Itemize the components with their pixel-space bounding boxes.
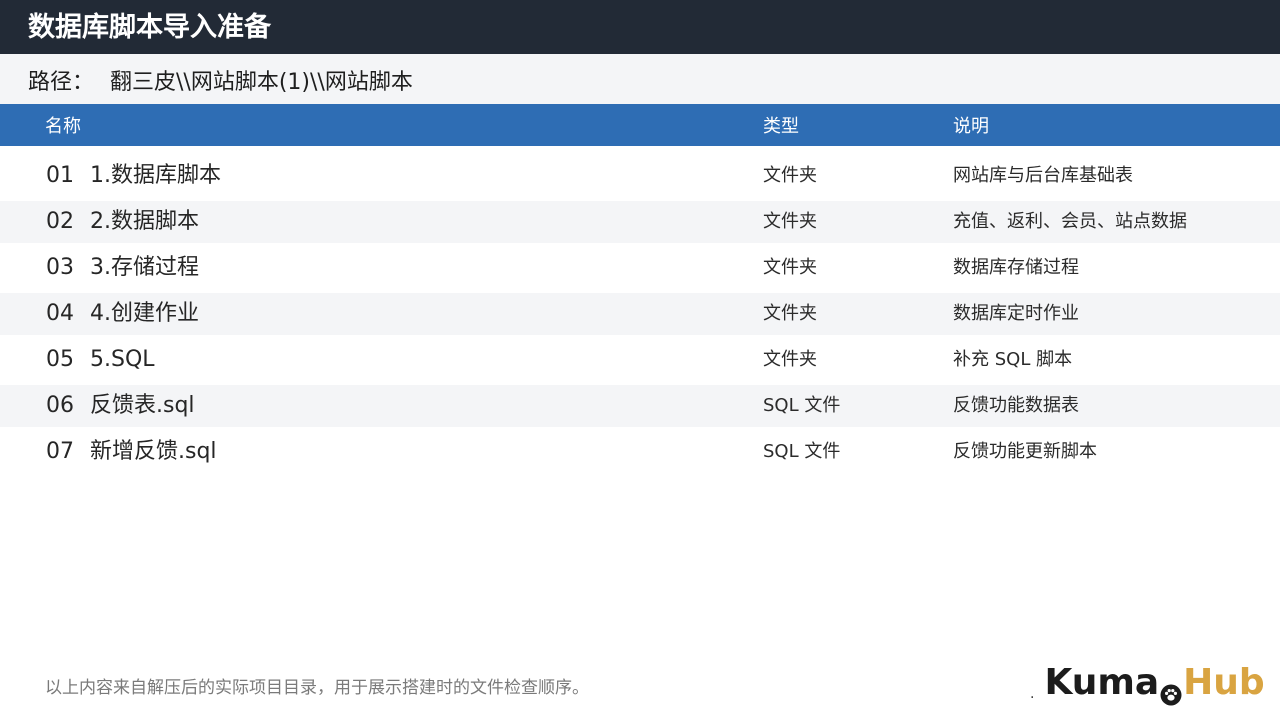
row-number: 06 (46, 393, 74, 418)
table-row: 01 1.数据库脚本 文件夹 网站库与后台库基础表 (0, 155, 1280, 197)
column-header-name: 名称 (45, 116, 81, 137)
path-line: 路径： 翻三皮\\网站脚本(1)\\网站脚本 (28, 68, 413, 98)
column-header-desc: 说明 (953, 116, 989, 137)
row-number: 01 (46, 163, 74, 188)
row-name: 2.数据脚本 (90, 209, 199, 234)
path-value: 翻三皮\\网站脚本(1)\\网站脚本 (110, 70, 413, 95)
logo-dot: . (1030, 686, 1035, 702)
row-type: 文件夹 (763, 165, 817, 186)
logo-text-kuma: Kuma (1044, 662, 1160, 703)
table-header (0, 104, 1280, 146)
column-header-type: 类型 (763, 116, 799, 137)
row-type: SQL 文件 (763, 441, 841, 462)
row-type: 文件夹 (763, 349, 817, 370)
row-number: 03 (46, 255, 74, 280)
row-desc: 反馈功能数据表 (953, 395, 1079, 416)
page-title: 数据库脚本导入准备 (28, 12, 271, 43)
row-number: 04 (46, 301, 74, 326)
paw-icon (1160, 674, 1182, 706)
row-number: 05 (46, 347, 74, 372)
row-type: 文件夹 (763, 257, 817, 278)
row-name: 1.数据库脚本 (90, 163, 221, 188)
row-name: 3.存储过程 (90, 255, 199, 280)
table-row: 06 反馈表.sql SQL 文件 反馈功能数据表 (0, 385, 1280, 427)
kumahub-logo: . Kuma Hub (1030, 660, 1265, 706)
row-desc: 充值、返利、会员、站点数据 (953, 211, 1187, 232)
row-desc: 数据库存储过程 (953, 257, 1079, 278)
row-name: 4.创建作业 (90, 301, 199, 326)
row-type: 文件夹 (763, 303, 817, 324)
row-name: 新增反馈.sql (90, 439, 217, 464)
row-desc: 反馈功能更新脚本 (953, 441, 1097, 462)
row-desc: 补充 SQL 脚本 (953, 349, 1073, 370)
logo-text-hub: Hub (1183, 662, 1265, 703)
row-number: 07 (46, 439, 74, 464)
row-type: 文件夹 (763, 211, 817, 232)
row-name: 5.SQL (90, 347, 155, 372)
row-type: SQL 文件 (763, 395, 841, 416)
table-row: 03 3.存储过程 文件夹 数据库存储过程 (0, 247, 1280, 289)
footer-note: 以上内容来自解压后的实际项目目录，用于展示搭建时的文件检查顺序。 (45, 678, 589, 698)
table-row: 02 2.数据脚本 文件夹 充值、返利、会员、站点数据 (0, 201, 1280, 243)
table-row: 05 5.SQL 文件夹 补充 SQL 脚本 (0, 339, 1280, 381)
table-row: 04 4.创建作业 文件夹 数据库定时作业 (0, 293, 1280, 335)
row-name: 反馈表.sql (90, 393, 195, 418)
row-desc: 网站库与后台库基础表 (953, 165, 1133, 186)
path-label: 路径： (28, 70, 95, 95)
row-desc: 数据库定时作业 (953, 303, 1079, 324)
table-row: 07 新增反馈.sql SQL 文件 反馈功能更新脚本 (0, 431, 1280, 473)
row-number: 02 (46, 209, 74, 234)
